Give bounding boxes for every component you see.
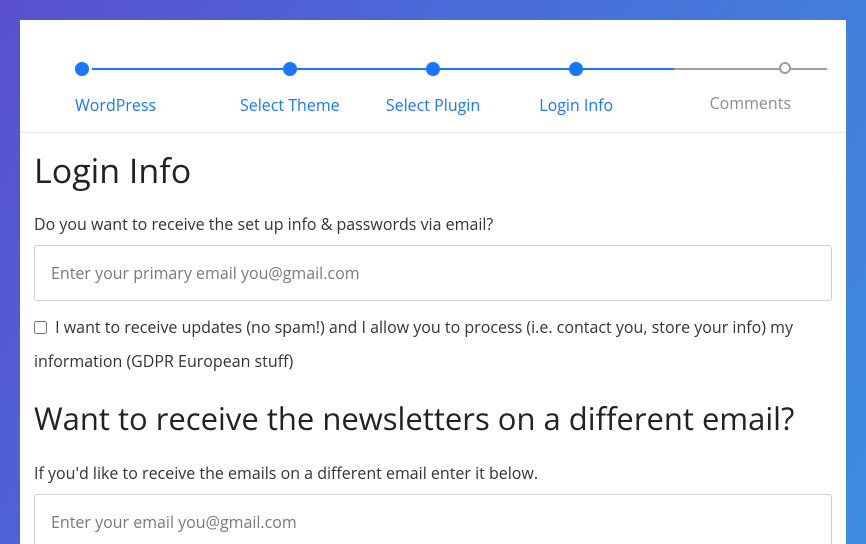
step-dot-icon — [569, 62, 583, 76]
step-dot-icon — [283, 62, 297, 76]
step-dot-icon — [426, 62, 440, 76]
newsletter-email-input[interactable] — [34, 494, 832, 544]
page-title: Login Info — [34, 147, 832, 193]
step-dot-icon — [75, 62, 89, 76]
content-area: Login Info Do you want to receive the se… — [20, 133, 846, 544]
newsletter-label: If you'd like to receive the emails on a… — [34, 462, 832, 484]
step-label: Login Info — [539, 94, 613, 116]
stepper-line-done — [92, 68, 674, 70]
consent-row[interactable]: I want to receive updates (no spam!) and… — [34, 311, 832, 378]
newsletter-title: Want to receive the newsletters on a dif… — [34, 398, 832, 440]
consent-text: I want to receive updates (no spam!) and… — [34, 316, 793, 372]
step-select-theme[interactable]: Select Theme — [218, 62, 361, 116]
primary-email-input[interactable] — [34, 245, 832, 301]
stepper: WordPress Select Theme Select Plugin Log… — [20, 20, 846, 133]
stepper-line-pending — [674, 68, 827, 70]
step-select-plugin[interactable]: Select Plugin — [361, 62, 504, 116]
step-label: Select Theme — [240, 94, 340, 116]
step-login-info[interactable]: Login Info — [505, 62, 648, 116]
step-label: Comments — [710, 92, 791, 114]
main-panel: WordPress Select Theme Select Plugin Log… — [20, 20, 846, 544]
step-dot-icon — [779, 62, 791, 74]
step-label: WordPress — [75, 94, 156, 116]
consent-checkbox[interactable] — [34, 321, 47, 334]
step-wordpress[interactable]: WordPress — [75, 62, 218, 116]
step-label: Select Plugin — [386, 94, 480, 116]
primary-email-label: Do you want to receive the set up info &… — [34, 213, 832, 235]
